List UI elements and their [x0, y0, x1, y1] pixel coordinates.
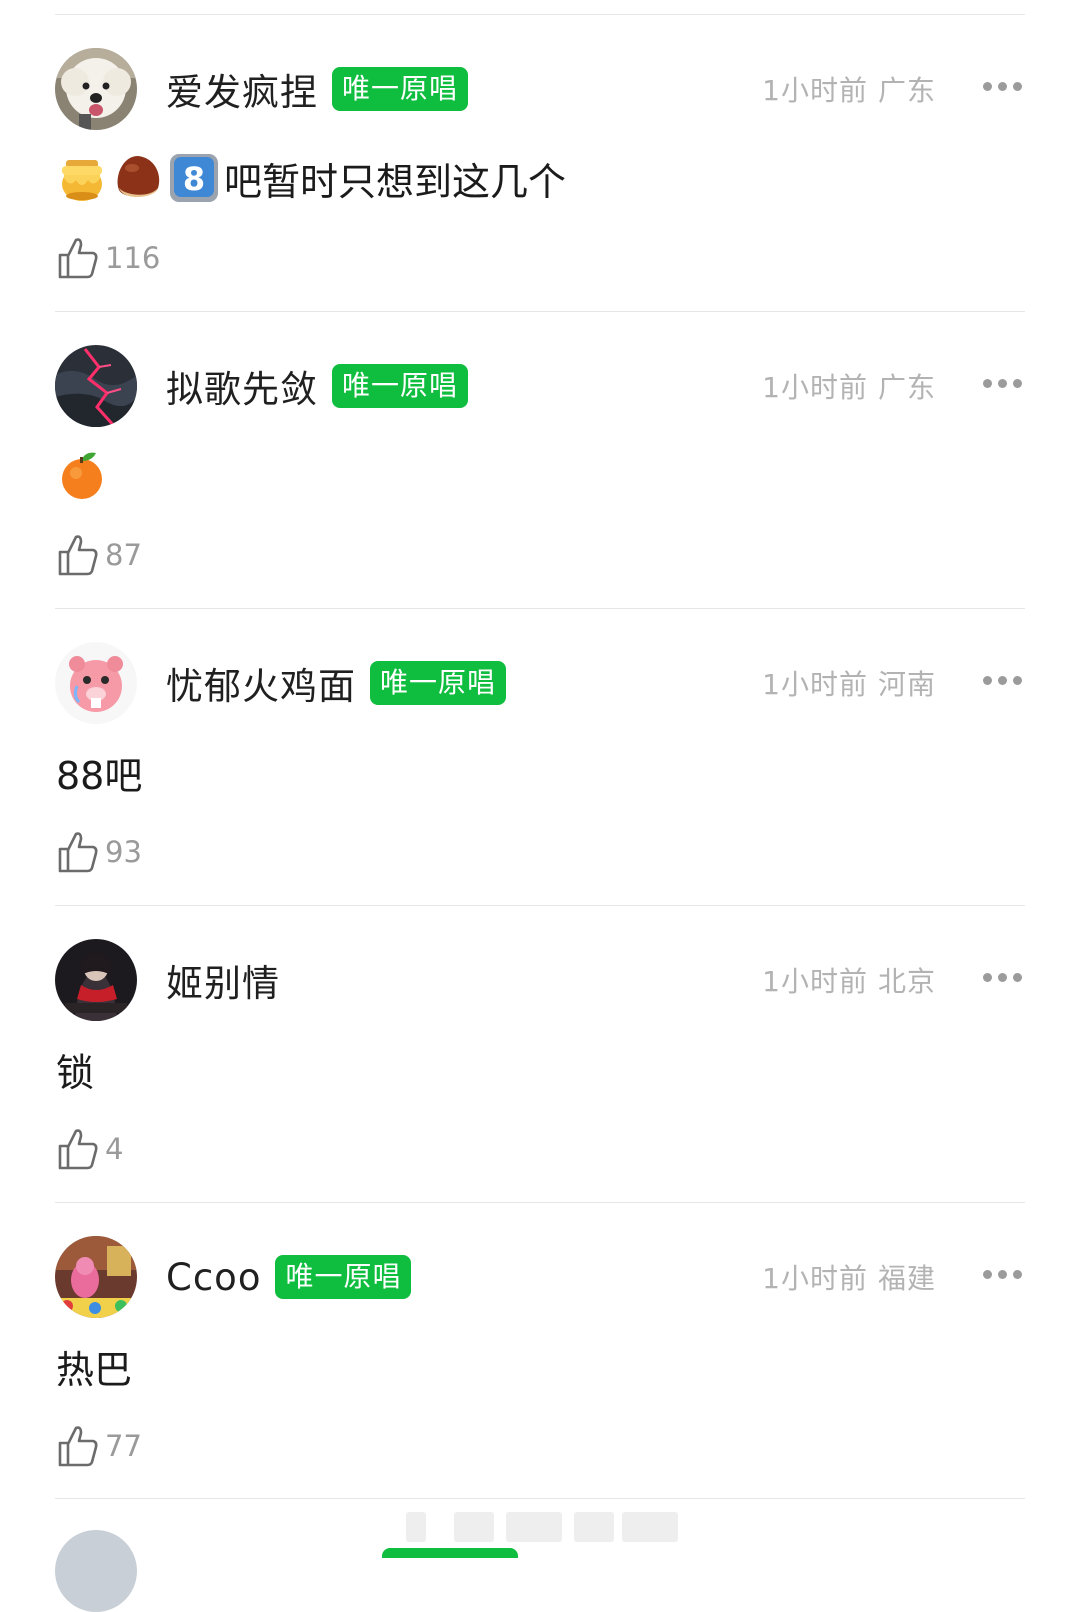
thumbs-up-icon	[58, 535, 98, 576]
like-button[interactable]: 93	[57, 829, 142, 875]
comment-content: 热巴	[56, 1335, 132, 1397]
comment-item[interactable]: Ccoo 唯一原唱 1小时前 福建 热巴 77	[0, 1203, 1080, 1500]
thumbs-up-icon	[58, 832, 98, 873]
comment-location: 河南	[877, 668, 936, 701]
comment-text: 热巴	[56, 1347, 133, 1392]
like-count: 4	[105, 1132, 124, 1166]
avatar[interactable]	[55, 642, 137, 724]
comment-header: 姬别情	[166, 953, 280, 1007]
comment-item[interactable]: 爱发疯捏 唯一原唱 1小时前 广东 8 吧暂时只想到这几个 116	[0, 15, 1080, 312]
comment-meta: 1小时前 北京	[762, 960, 936, 1000]
username[interactable]: 爱发疯捏	[166, 62, 318, 116]
comment-time: 1小时前	[762, 74, 868, 107]
comment-item[interactable]: 拟歌先敛 唯一原唱 1小时前 广东 87	[0, 312, 1080, 609]
username[interactable]: 姬别情	[166, 953, 280, 1007]
like-button[interactable]: 87	[57, 532, 142, 578]
svg-text:8: 8	[183, 160, 205, 198]
comment-item[interactable]: 姬别情 1小时前 北京 锁 4	[0, 906, 1080, 1203]
thumbs-up-icon	[58, 238, 98, 279]
username[interactable]: Ccoo	[166, 1256, 261, 1299]
comment-content	[56, 444, 112, 506]
honey-pot-emoji	[56, 152, 108, 204]
comment-time: 1小时前	[762, 371, 868, 404]
like-button[interactable]: 4	[57, 1126, 123, 1172]
comment-meta: 1小时前 河南	[762, 663, 936, 703]
avatar[interactable]	[55, 345, 137, 427]
avatar[interactable]	[55, 939, 137, 1021]
comment-text: 88吧	[56, 753, 143, 798]
like-count: 93	[105, 835, 142, 869]
more-options-icon[interactable]	[983, 970, 1023, 984]
thumbs-up-icon	[58, 1129, 98, 1170]
like-count: 77	[105, 1429, 142, 1463]
obscured-watermark	[406, 1512, 678, 1542]
comment-content: 8 吧暂时只想到这几个	[56, 147, 566, 209]
comment-location: 北京	[877, 965, 936, 998]
username[interactable]: 忧郁火鸡面	[166, 656, 356, 710]
like-count: 87	[105, 538, 142, 572]
comment-header: 爱发疯捏 唯一原唱	[166, 62, 469, 116]
username[interactable]: 拟歌先敛	[166, 359, 318, 413]
keycap-8-emoji: 8	[168, 152, 220, 204]
comment-time: 1小时前	[762, 668, 868, 701]
next-comment-badge	[382, 1548, 518, 1558]
comment-content: 锁	[56, 1038, 94, 1100]
avatar[interactable]	[55, 48, 137, 130]
avatar[interactable]	[55, 1236, 137, 1318]
comment-content: 88吧	[56, 741, 142, 803]
comment-meta: 1小时前 广东	[762, 366, 936, 406]
divider	[55, 1498, 1025, 1499]
comment-header: 拟歌先敛 唯一原唱	[166, 359, 469, 413]
more-options-icon[interactable]	[983, 1267, 1023, 1281]
original-singer-badge: 唯一原唱	[332, 67, 469, 111]
comment-header: Ccoo 唯一原唱	[166, 1253, 412, 1301]
comment-header: 忧郁火鸡面 唯一原唱	[166, 656, 507, 710]
tangerine-emoji	[56, 449, 108, 501]
comment-text: 吧暂时只想到这几个	[224, 159, 567, 204]
comment-location: 福建	[877, 1262, 936, 1295]
comment-meta: 1小时前 广东	[762, 69, 936, 109]
next-comment-avatar[interactable]	[55, 1530, 137, 1612]
more-options-icon[interactable]	[983, 376, 1023, 390]
chestnut-emoji	[112, 152, 164, 204]
thumbs-up-icon	[58, 1426, 98, 1467]
like-button[interactable]: 77	[57, 1423, 142, 1469]
original-singer-badge: 唯一原唱	[370, 661, 507, 705]
more-options-icon[interactable]	[983, 79, 1023, 93]
comment-item[interactable]: 忧郁火鸡面 唯一原唱 1小时前 河南 88吧 93	[0, 609, 1080, 906]
comment-time: 1小时前	[762, 965, 868, 998]
like-count: 116	[105, 241, 161, 275]
original-singer-badge: 唯一原唱	[275, 1255, 412, 1299]
like-button[interactable]: 116	[57, 235, 160, 281]
comment-time: 1小时前	[762, 1262, 868, 1295]
more-options-icon[interactable]	[983, 673, 1023, 687]
comment-text: 锁	[56, 1050, 95, 1095]
comment-location: 广东	[877, 371, 936, 404]
original-singer-badge: 唯一原唱	[332, 364, 469, 408]
comment-meta: 1小时前 福建	[762, 1257, 936, 1297]
comment-location: 广东	[877, 74, 936, 107]
